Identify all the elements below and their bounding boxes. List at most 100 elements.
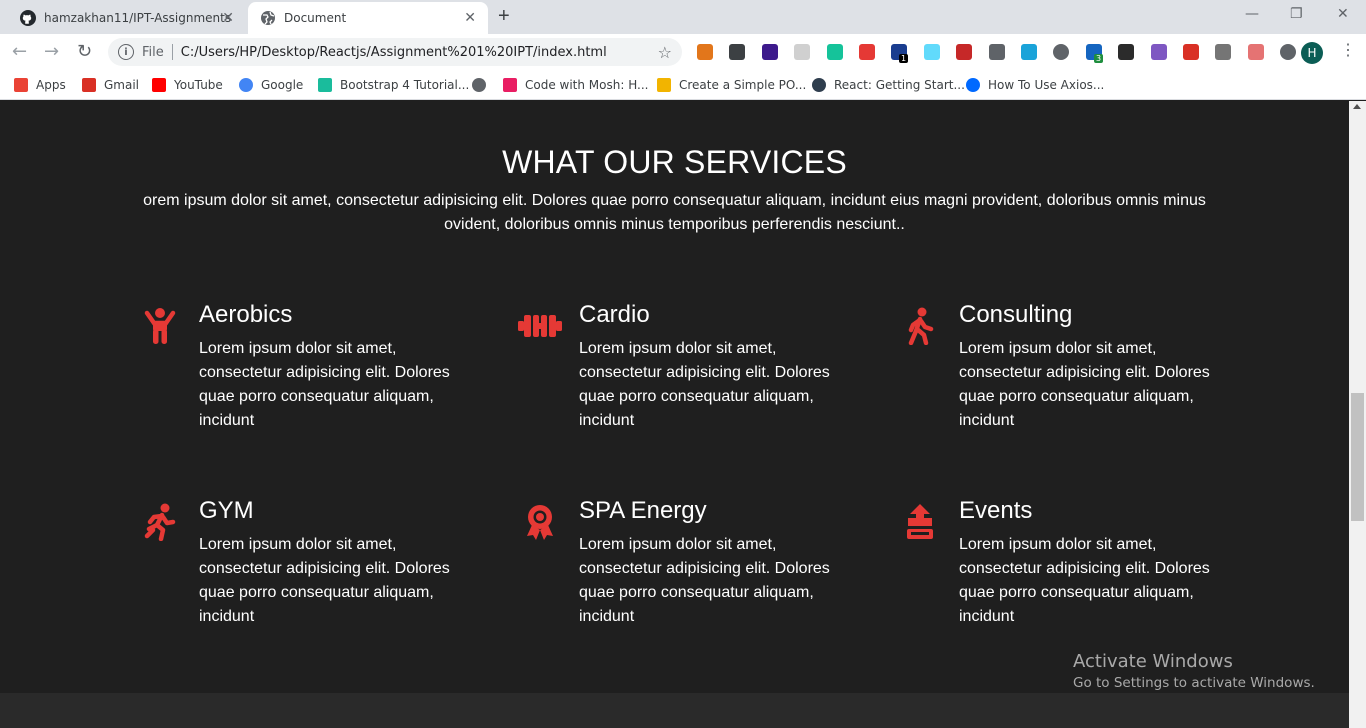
service-title: Consulting: [959, 301, 1073, 328]
section-title: WHAT OUR SERVICES: [502, 144, 847, 180]
tab-document[interactable]: Document ✕: [248, 2, 488, 34]
bookmark-label: React: Getting Start...: [834, 78, 965, 92]
close-tab-icon[interactable]: ✕: [464, 10, 476, 26]
bookmark-label: How To Use Axios...: [988, 78, 1105, 92]
bookmark-item[interactable]: Gmail: [82, 76, 139, 94]
watermark-subtitle: Go to Settings to activate Windows.: [1073, 675, 1315, 691]
google-icon: [239, 78, 253, 92]
restore-button[interactable]: ❐: [1290, 6, 1303, 22]
cube-icon[interactable]: [762, 44, 778, 60]
running-icon: [144, 503, 176, 541]
section-subtitle: orem ipsum dolor sit amet, consectetur a…: [143, 192, 1206, 233]
tab-strip: hamzakhan11/IPT-Assignments ✕ Document ✕…: [0, 0, 1366, 34]
tab-title: hamzakhan11/IPT-Assignments: [44, 11, 232, 25]
back-button[interactable]: ←: [12, 42, 27, 62]
rocket-ext-icon[interactable]: [1248, 44, 1264, 60]
puzzle-grey-icon[interactable]: [1053, 44, 1069, 60]
close-tab-icon[interactable]: ✕: [222, 10, 234, 26]
gmail-ext-icon[interactable]: [1183, 44, 1199, 60]
windows-activation-watermark: Activate Windows Go to Settings to activ…: [1073, 651, 1315, 692]
s-ext-icon[interactable]: [1021, 44, 1037, 60]
address-scheme: File: [142, 44, 164, 60]
extension-badge: 1: [899, 54, 909, 63]
forward-button[interactable]: →: [44, 42, 59, 62]
bookmark-item[interactable]: [472, 76, 494, 94]
aerobics-child-icon: [144, 308, 176, 344]
extensions-puzzle-icon[interactable]: [1280, 44, 1296, 60]
globe-icon: [261, 11, 275, 25]
address-divider: [171, 44, 173, 60]
s-purple-icon[interactable]: [1151, 44, 1167, 60]
service-description: Lorem ipsum dolor sit amet, consectetur …: [579, 536, 830, 625]
watermark-title: Activate Windows: [1073, 651, 1233, 672]
service-description: Lorem ipsum dolor sit amet, consectetur …: [959, 340, 1210, 429]
bookmark-star-icon[interactable]: ☆: [658, 43, 672, 62]
walking-icon: [908, 307, 934, 345]
download-ext-icon[interactable]: [1215, 44, 1231, 60]
metamask-icon[interactable]: [697, 44, 713, 60]
bootstrap-icon: [318, 78, 332, 92]
service-description: Lorem ipsum dolor sit amet, consectetur …: [199, 340, 450, 429]
bookmark-label: Google: [261, 78, 304, 92]
service-description: Lorem ipsum dolor sit amet, consectetur …: [199, 536, 450, 625]
do-icon: [966, 78, 980, 92]
github-icon: [20, 10, 36, 26]
pdf-ext-icon[interactable]: [956, 44, 972, 60]
page-scrollbar[interactable]: [1349, 101, 1366, 728]
dc-icon: [812, 78, 826, 92]
bookmark-item[interactable]: Bootstrap 4 Tutorial...: [318, 76, 469, 94]
bookmark-label: Code with Mosh: H...: [525, 78, 649, 92]
service-title: Cardio: [579, 301, 650, 328]
bookmark-label: YouTube: [174, 78, 223, 92]
address-url[interactable]: C:/Users/HP/Desktop/Reactjs/Assignment%2…: [181, 45, 607, 60]
browser-toolbar: ← → ↻ i File C:/Users/HP/Desktop/Reactjs…: [0, 34, 1366, 70]
bookmark-label: Gmail: [104, 78, 140, 92]
bookmark-item[interactable]: Apps: [14, 76, 66, 94]
new-tab-button[interactable]: +: [498, 6, 510, 26]
award-ribbon-icon: [527, 505, 553, 540]
close-window-button[interactable]: ✕: [1337, 6, 1349, 22]
bookmark-label: Apps: [36, 78, 66, 92]
s-bookmark-icon: [657, 78, 671, 92]
apps-grid-icon: [14, 78, 28, 92]
bookmark-label: Create a Simple PO...: [679, 78, 807, 92]
scroll-up-arrow-icon[interactable]: [1353, 104, 1361, 109]
bookmark-item[interactable]: Create a Simple PO...: [657, 76, 806, 94]
service-title: Aerobics: [199, 301, 293, 328]
service-title: Events: [959, 497, 1033, 524]
bookmark-item[interactable]: Google: [239, 76, 303, 94]
service-description: Lorem ipsum dolor sit amet, consectetur …: [579, 340, 830, 429]
menu-icon[interactable]: ⋮: [1340, 43, 1356, 59]
service-description: Lorem ipsum dolor sit amet, consectetur …: [959, 536, 1210, 625]
reload-button[interactable]: ↻: [77, 42, 92, 62]
mail-ext-icon[interactable]: [989, 44, 1005, 60]
globe-bookmark-icon: [472, 78, 486, 92]
next-section-edge: [0, 693, 1349, 728]
bookmark-item[interactable]: YouTube: [152, 76, 223, 94]
service-title: SPA Energy: [579, 497, 707, 524]
dumbbell-icon: [518, 315, 562, 337]
react-devtools-icon[interactable]: [924, 44, 940, 60]
extension-badge: 3: [1094, 54, 1104, 63]
screen-capture-icon[interactable]: [729, 44, 745, 60]
page-viewport: WHAT OUR SERVICES orem ipsum dolor sit a…: [0, 101, 1349, 728]
tab-github[interactable]: hamzakhan11/IPT-Assignments ✕: [8, 2, 246, 34]
stamp-icon: [907, 504, 933, 539]
minimize-button[interactable]: —: [1245, 6, 1259, 22]
service-title: GYM: [199, 497, 254, 524]
scrollbar-thumb[interactable]: [1351, 393, 1364, 521]
profile-avatar[interactable]: H: [1301, 42, 1323, 64]
info-icon[interactable]: i: [118, 44, 134, 60]
grammarly-icon[interactable]: [827, 44, 843, 60]
gmail-icon: [82, 78, 96, 92]
bookmarks-bar: Apps Gmail YouTube Google Bootstrap 4 Tutori…: [0, 70, 1366, 100]
tab-title: Document: [284, 11, 347, 25]
ball-ext-icon[interactable]: [1118, 44, 1134, 60]
bookmark-item[interactable]: React: Getting Start...: [812, 76, 965, 94]
grid-ext-icon[interactable]: [794, 44, 810, 60]
mosh-icon: [503, 78, 517, 92]
bookmark-item[interactable]: How To Use Axios...: [966, 76, 1104, 94]
pokeball-icon[interactable]: [859, 44, 875, 60]
address-bar[interactable]: i File C:/Users/HP/Desktop/Reactjs/Assig…: [108, 38, 682, 66]
bookmark-item[interactable]: Code with Mosh: H...: [503, 76, 648, 94]
